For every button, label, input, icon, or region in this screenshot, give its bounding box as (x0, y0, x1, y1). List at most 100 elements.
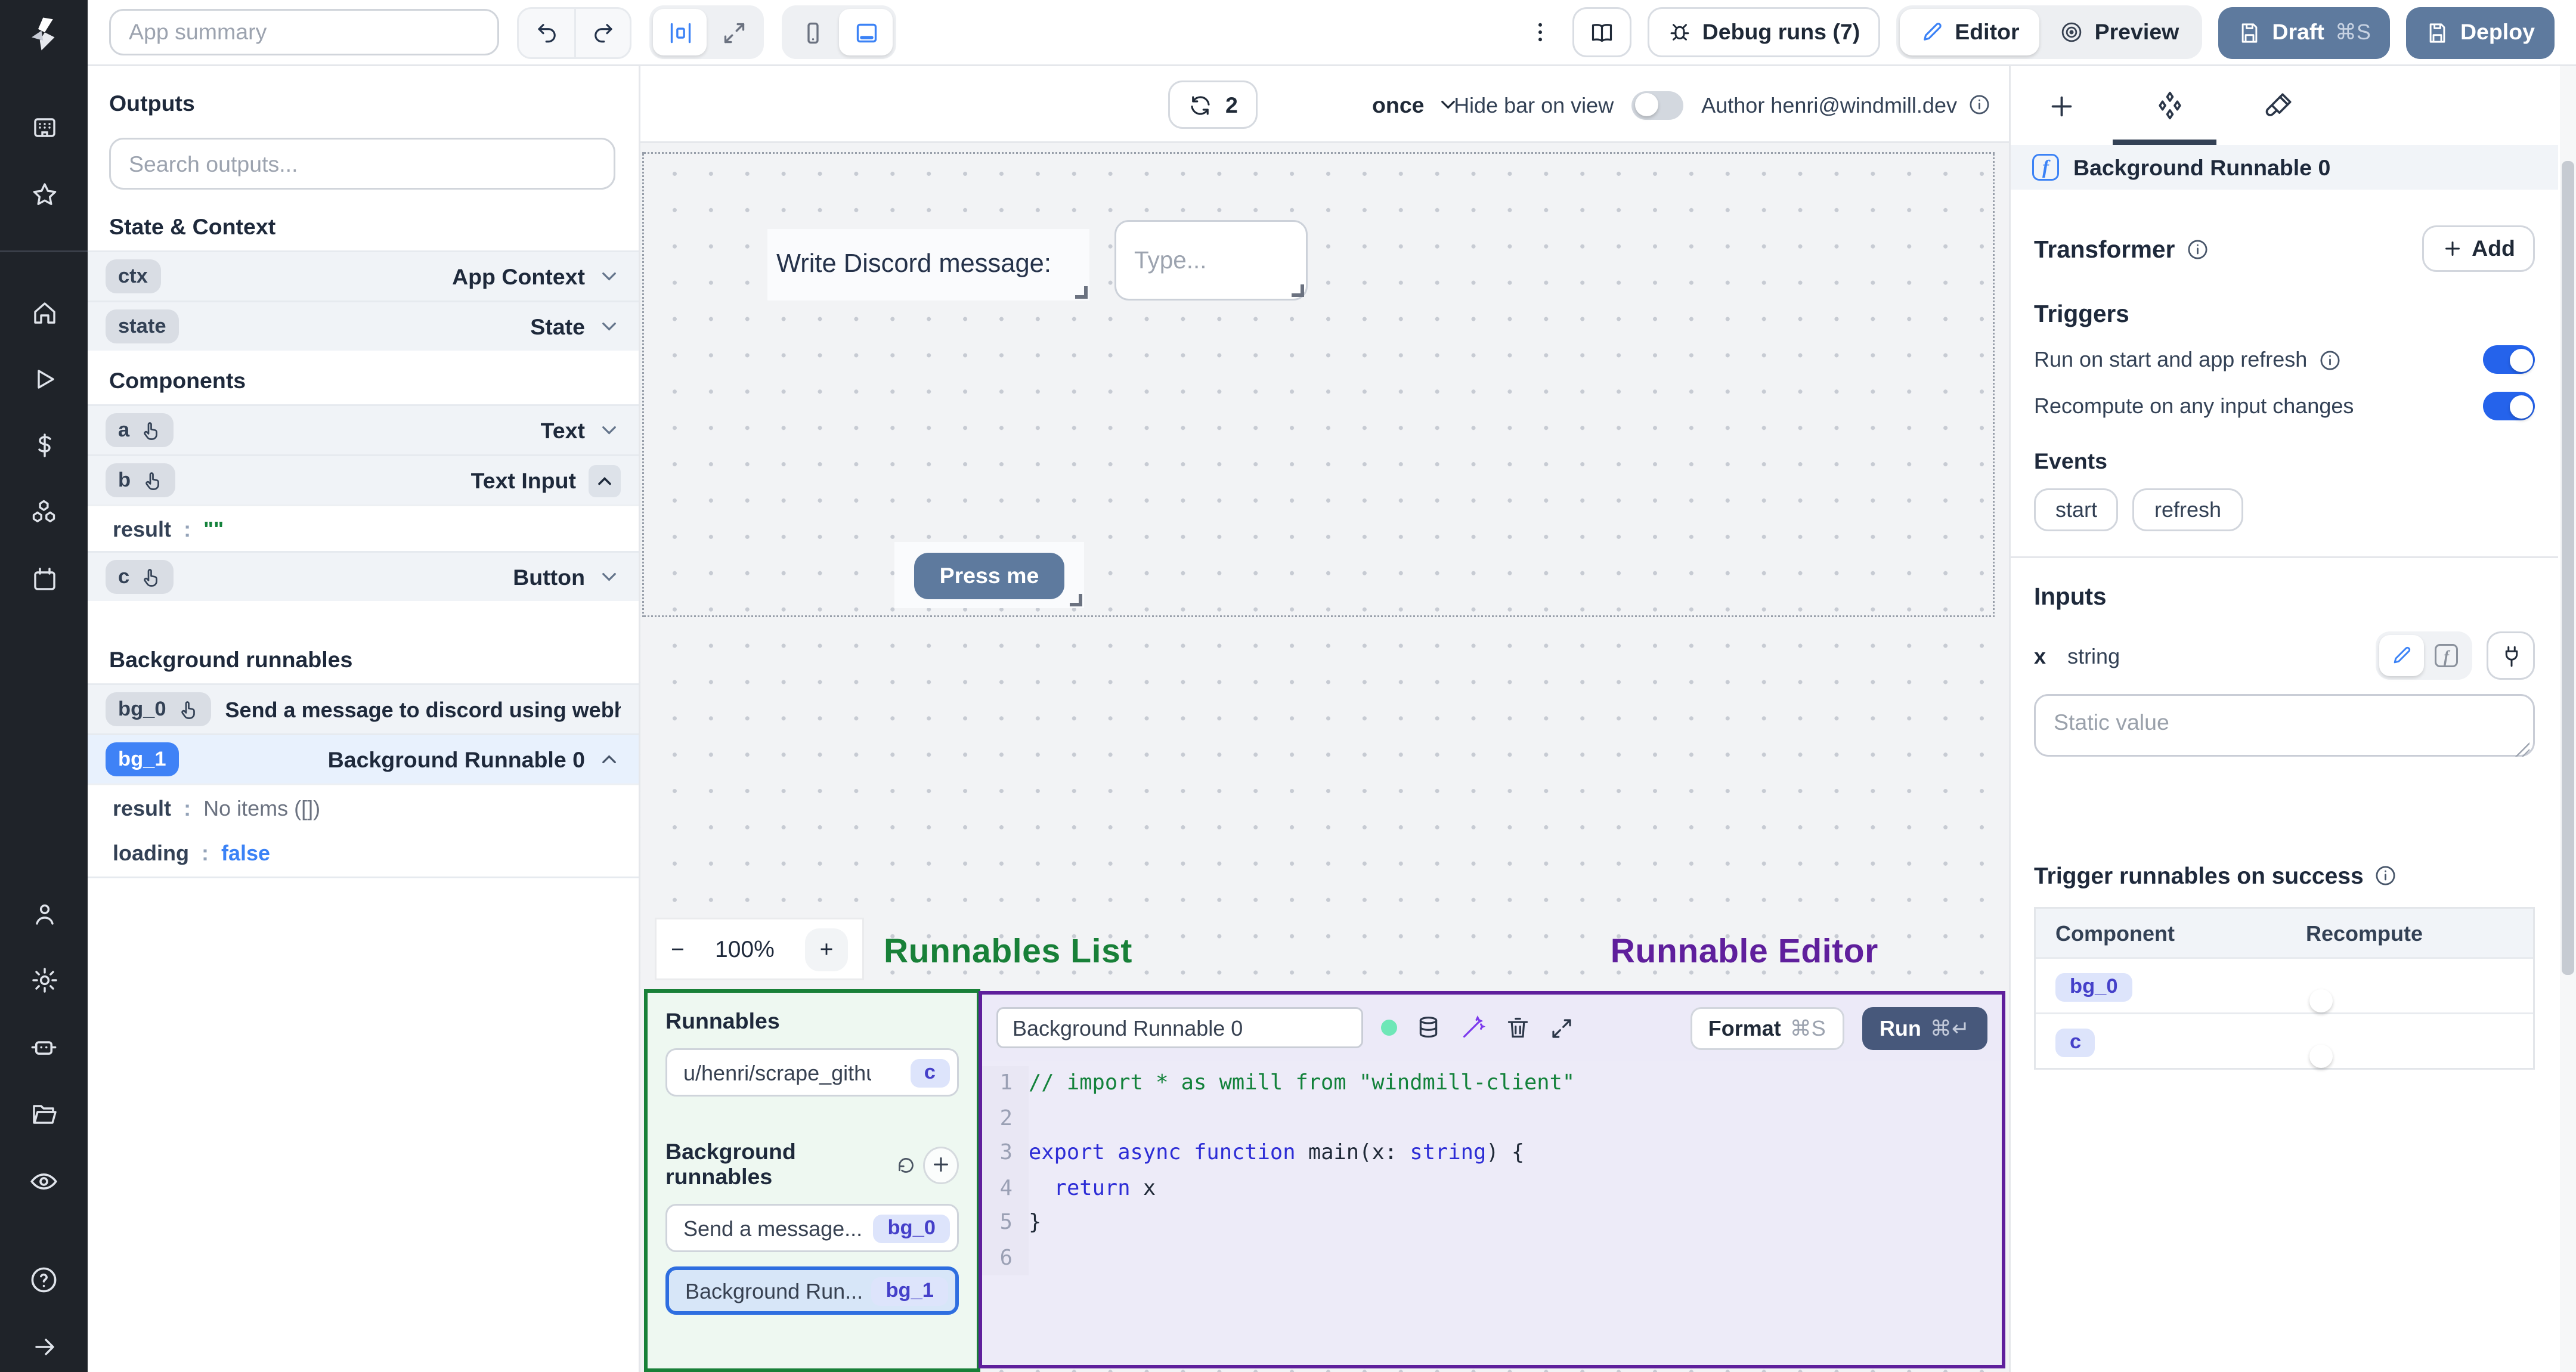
static-value-textarea[interactable] (2034, 694, 2535, 757)
pointer-hand-icon (144, 568, 159, 586)
code-line[interactable]: 3 export async function main(x: string) { (982, 1136, 2002, 1171)
tab-insert-plus-icon[interactable] (2046, 91, 2077, 121)
more-menu-icon[interactable] (1524, 20, 1556, 45)
runnable-item-bg0[interactable]: Send a message... bg_0 (665, 1204, 959, 1252)
recompute-toggle[interactable] (2483, 392, 2535, 420)
code-line[interactable]: 5} (982, 1206, 2002, 1241)
favorites-star-icon[interactable] (30, 181, 58, 209)
b-result-row[interactable]: result: "" (88, 504, 639, 551)
bg1-badge[interactable]: bg_1 (106, 742, 179, 776)
code-line[interactable]: 1// import * as wmill from "windmill-cli… (982, 1066, 2002, 1101)
bg-runnables-title: Background runnables (665, 1139, 796, 1190)
event-chip-refresh[interactable]: refresh (2133, 488, 2243, 531)
row-bg0-badge[interactable]: bg_0 (2055, 973, 2132, 1002)
tab-theme-brush-icon[interactable] (2263, 91, 2293, 121)
run-on-start-toggle[interactable] (2483, 345, 2535, 374)
home-icon[interactable] (30, 299, 58, 327)
button-component[interactable]: Press me (894, 542, 1084, 608)
audit-eye-icon[interactable] (29, 1166, 59, 1197)
zoom-in-button[interactable]: + (805, 927, 848, 971)
runs-play-icon[interactable] (30, 365, 58, 394)
code-line[interactable]: 4 return x (982, 1170, 2002, 1206)
app-summary-input[interactable] (109, 9, 499, 55)
event-chip-start[interactable]: start (2034, 488, 2119, 531)
collapse-button[interactable] (589, 464, 621, 497)
bg1-loading-row[interactable]: loading: false (88, 830, 639, 877)
expr-mode-function-icon[interactable]: f (2424, 635, 2469, 676)
plus-icon (2445, 241, 2460, 256)
expand-canvas-button[interactable] (707, 9, 760, 55)
tab-settings-component-icon[interactable] (2154, 89, 2186, 122)
ai-wand-icon[interactable] (1460, 1014, 1487, 1041)
run-button[interactable]: Run ⌘↵ (1861, 1006, 1987, 1049)
code-line[interactable]: 6 (982, 1240, 2002, 1275)
add-runnable-button[interactable] (923, 1145, 959, 1184)
help-icon[interactable] (29, 1265, 59, 1295)
apps-icon[interactable] (30, 114, 58, 143)
output-row-a[interactable]: a Text (88, 404, 639, 454)
settings-gear-icon[interactable] (30, 966, 58, 995)
mobile-view-button[interactable] (785, 9, 839, 55)
runnable-name-input[interactable] (996, 1007, 1363, 1048)
search-outputs-input[interactable] (109, 138, 615, 190)
output-row-c[interactable]: c Button (88, 551, 639, 601)
folders-icon[interactable] (30, 1100, 58, 1129)
connect-plug-icon[interactable] (2487, 631, 2535, 680)
schedules-calendar-icon[interactable] (30, 565, 58, 594)
debug-runs-button[interactable]: Debug runs (7) (1646, 7, 1880, 57)
resize-handle[interactable] (1075, 286, 1088, 299)
output-row-ctx[interactable]: ctx App Context (88, 250, 639, 301)
hide-bar-toggle[interactable] (1631, 90, 1684, 119)
frequency-dropdown[interactable]: once (1372, 80, 1460, 129)
text-component[interactable]: Write Discord message: (767, 229, 1089, 301)
center-align-button[interactable] (653, 9, 707, 55)
code-editor[interactable]: 1// import * as wmill from "windmill-cli… (982, 1061, 2002, 1365)
state-badge[interactable]: state (106, 309, 179, 343)
resize-handle[interactable] (1070, 594, 1082, 606)
code-line[interactable]: 2 (982, 1101, 2002, 1136)
resize-handle[interactable] (1292, 284, 1304, 297)
undo-button[interactable] (519, 8, 574, 57)
workers-robot-icon[interactable] (29, 1032, 59, 1063)
output-row-b[interactable]: b Text Input (88, 454, 639, 504)
bg1-result-row[interactable]: result: No items ([]) (88, 783, 639, 830)
tab-preview[interactable]: Preview (2039, 9, 2199, 55)
static-mode-pencil-icon[interactable] (2379, 635, 2424, 676)
output-row-bg0[interactable]: bg_0 Send a message to discord using web… (88, 683, 639, 733)
docs-book-button[interactable] (1571, 7, 1631, 57)
runnable-item-script[interactable]: u/henri/scrape_githu... c (665, 1048, 959, 1097)
c-badge[interactable]: c (106, 560, 175, 594)
variables-dollar-icon[interactable] (30, 431, 58, 460)
resources-boxes-icon[interactable] (29, 497, 59, 528)
a-badge[interactable]: a (106, 413, 175, 447)
draft-button[interactable]: Draft ⌘S (2218, 6, 2391, 58)
runnable-item-bg1-selected[interactable]: Background Run... bg_1 (665, 1266, 959, 1315)
output-row-bg1[interactable]: bg_1 Background Runnable 0 (88, 733, 639, 783)
press-me-button[interactable]: Press me (914, 552, 1064, 599)
bg0-badge[interactable]: bg_0 (106, 692, 211, 726)
textarea-resize-grip[interactable] (2515, 742, 2529, 757)
collapse-arrow-icon[interactable] (30, 1333, 58, 1361)
selected-container-outline[interactable] (642, 152, 1995, 617)
ctx-badge[interactable]: ctx (106, 259, 160, 293)
text-input-component[interactable]: Type... (1114, 220, 1308, 301)
draft-label: Draft (2272, 20, 2324, 45)
scrollbar-thumb[interactable] (2562, 161, 2574, 975)
refresh-count-button[interactable]: 2 (1168, 80, 1258, 129)
output-row-state[interactable]: state State (88, 301, 639, 351)
scrollbar[interactable] (2560, 66, 2576, 1372)
tab-editor[interactable]: Editor (1899, 9, 2039, 55)
redo-button[interactable] (574, 8, 630, 57)
desktop-view-button[interactable] (839, 9, 893, 55)
delete-trash-icon[interactable] (1504, 1014, 1531, 1041)
add-transformer-button[interactable]: Add (2422, 225, 2535, 272)
user-icon[interactable] (30, 900, 58, 928)
windmill-logo-icon[interactable] (24, 14, 64, 54)
row-c-badge[interactable]: c (2055, 1029, 2096, 1057)
format-button[interactable]: Format ⌘S (1690, 1006, 1844, 1049)
cache-db-icon[interactable] (1415, 1014, 1442, 1041)
zoom-out-button[interactable]: − (671, 936, 685, 962)
deploy-button[interactable]: Deploy (2406, 6, 2555, 58)
b-badge[interactable]: b (106, 463, 176, 497)
expand-editor-icon[interactable] (1549, 1015, 1574, 1040)
